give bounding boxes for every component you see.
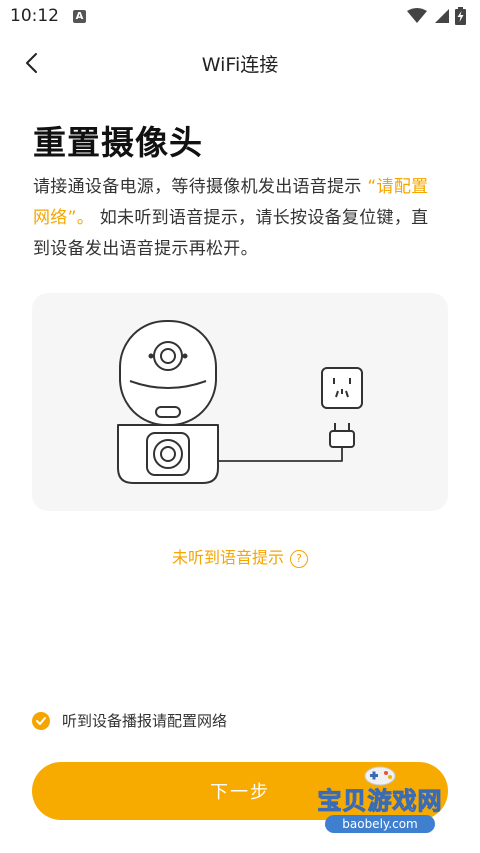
signal-icon xyxy=(435,9,449,23)
power-cable xyxy=(218,443,343,462)
battery-charging-icon xyxy=(455,7,466,25)
not-heard-label: 未听到语音提示 xyxy=(171,548,284,567)
description: 请接通设备电源，等待摄像机发出语音提示 “请配置网络”。 如未听到语音提示，请长… xyxy=(33,172,443,265)
watermark-url: baobely.com xyxy=(325,815,435,833)
not-heard-link[interactable]: 未听到语音提示? xyxy=(0,544,480,568)
watermark-text: 宝贝游戏网 xyxy=(317,787,443,816)
checkmark-circle-icon[interactable] xyxy=(32,711,50,730)
power-plug xyxy=(329,430,355,448)
question-circle-icon: ? xyxy=(290,550,308,568)
header: WiFi连接 xyxy=(0,40,480,84)
status-time: 10:12 xyxy=(10,6,59,26)
camera-illustration xyxy=(32,293,448,511)
wifi-icon xyxy=(407,8,427,23)
confirm-checkbox-row[interactable]: 听到设备播报请配置网络 xyxy=(32,710,227,731)
camera-plug-illustration xyxy=(117,320,363,484)
notification-badge: A xyxy=(73,10,86,23)
description-part1: 请接通设备电源，等待摄像机发出语音提示 xyxy=(33,177,368,197)
headline: 重置摄像头 xyxy=(33,123,203,162)
watermark-logo: 宝贝游戏网 baobely.com xyxy=(305,763,455,843)
page-title: WiFi连接 xyxy=(201,54,279,76)
confirm-label: 听到设备播报请配置网络 xyxy=(62,712,228,730)
status-bar: 10:12 A xyxy=(0,0,480,34)
wall-socket xyxy=(321,367,363,409)
status-icons xyxy=(407,7,466,25)
